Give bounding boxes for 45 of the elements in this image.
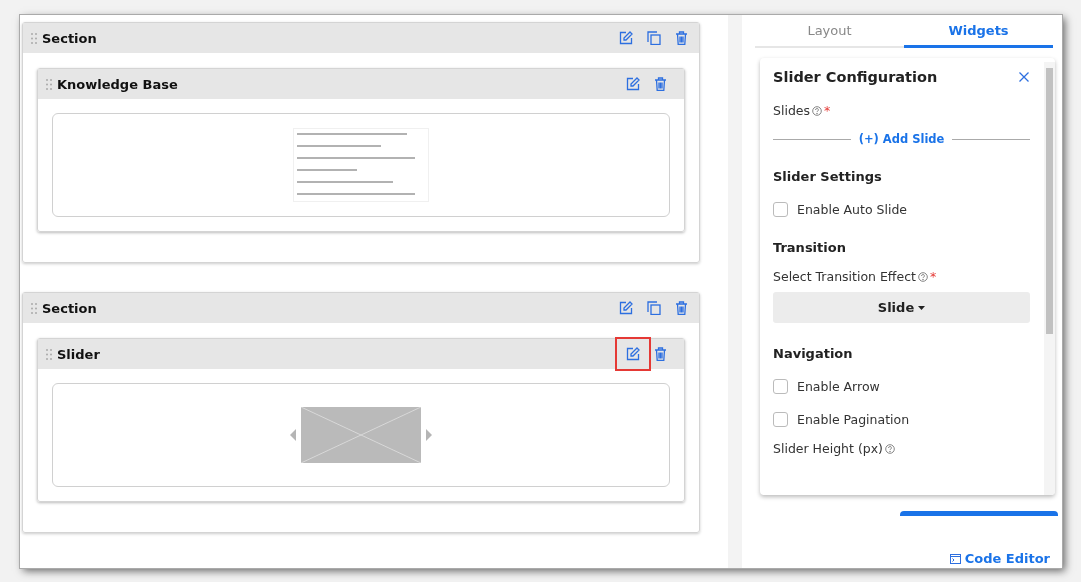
section-heading: Navigation	[773, 346, 854, 361]
checkbox-label: Enable Arrow	[797, 379, 880, 394]
delete-icon[interactable]	[653, 76, 668, 92]
checkbox-label: Enable Pagination	[797, 412, 910, 427]
required-mark: *	[929, 269, 937, 284]
terminal-icon	[949, 553, 961, 564]
header-title: Section	[42, 30, 98, 46]
delete-icon[interactable]	[674, 300, 689, 316]
delete-icon[interactable]	[653, 346, 668, 362]
close-icon[interactable]	[1018, 71, 1030, 83]
help-icon[interactable]	[917, 271, 928, 282]
checkbox[interactable]	[773, 412, 788, 427]
edit-icon[interactable]	[618, 30, 634, 46]
header-title: Slider	[57, 346, 101, 362]
panel-title: Slider Configuration	[773, 69, 938, 85]
header-title: Knowledge Base	[57, 76, 179, 92]
transition-dropdown[interactable]: Slide	[773, 292, 1030, 323]
panel-tab[interactable]: Layout	[755, 15, 904, 48]
drag-handle-icon[interactable]	[31, 302, 37, 314]
add-slide-link[interactable]: (+) Add Slide	[858, 132, 945, 146]
caret-icon	[918, 305, 926, 310]
field-label: Select Transition Effect	[773, 269, 916, 284]
edit-icon[interactable]	[618, 300, 634, 316]
help-icon[interactable]	[812, 105, 823, 116]
field-label: Slider Height (px)	[773, 441, 883, 456]
edit-icon[interactable]	[625, 76, 641, 92]
drag-handle-icon[interactable]	[31, 32, 37, 44]
checkbox-label: Enable Auto Slide	[797, 202, 908, 217]
required-mark: *	[824, 103, 831, 118]
checkbox[interactable]	[773, 379, 788, 394]
delete-icon[interactable]	[674, 30, 689, 46]
section-heading: Transition	[773, 240, 847, 255]
edit-icon[interactable]	[617, 339, 649, 369]
code-editor-button[interactable]: Code Editor	[949, 551, 1050, 566]
drag-handle-icon[interactable]	[46, 348, 52, 360]
section-heading: Slider Settings	[773, 169, 883, 184]
help-icon[interactable]	[885, 443, 895, 454]
copy-icon[interactable]	[646, 300, 662, 316]
panel-tab[interactable]: Widgets	[904, 15, 1053, 48]
header-title: Section	[42, 300, 98, 316]
drag-handle-icon[interactable]	[46, 78, 52, 90]
checkbox[interactable]	[773, 202, 788, 217]
field-label: Slides	[773, 103, 811, 118]
scrollbar[interactable]	[1044, 62, 1055, 495]
copy-icon[interactable]	[646, 30, 662, 46]
